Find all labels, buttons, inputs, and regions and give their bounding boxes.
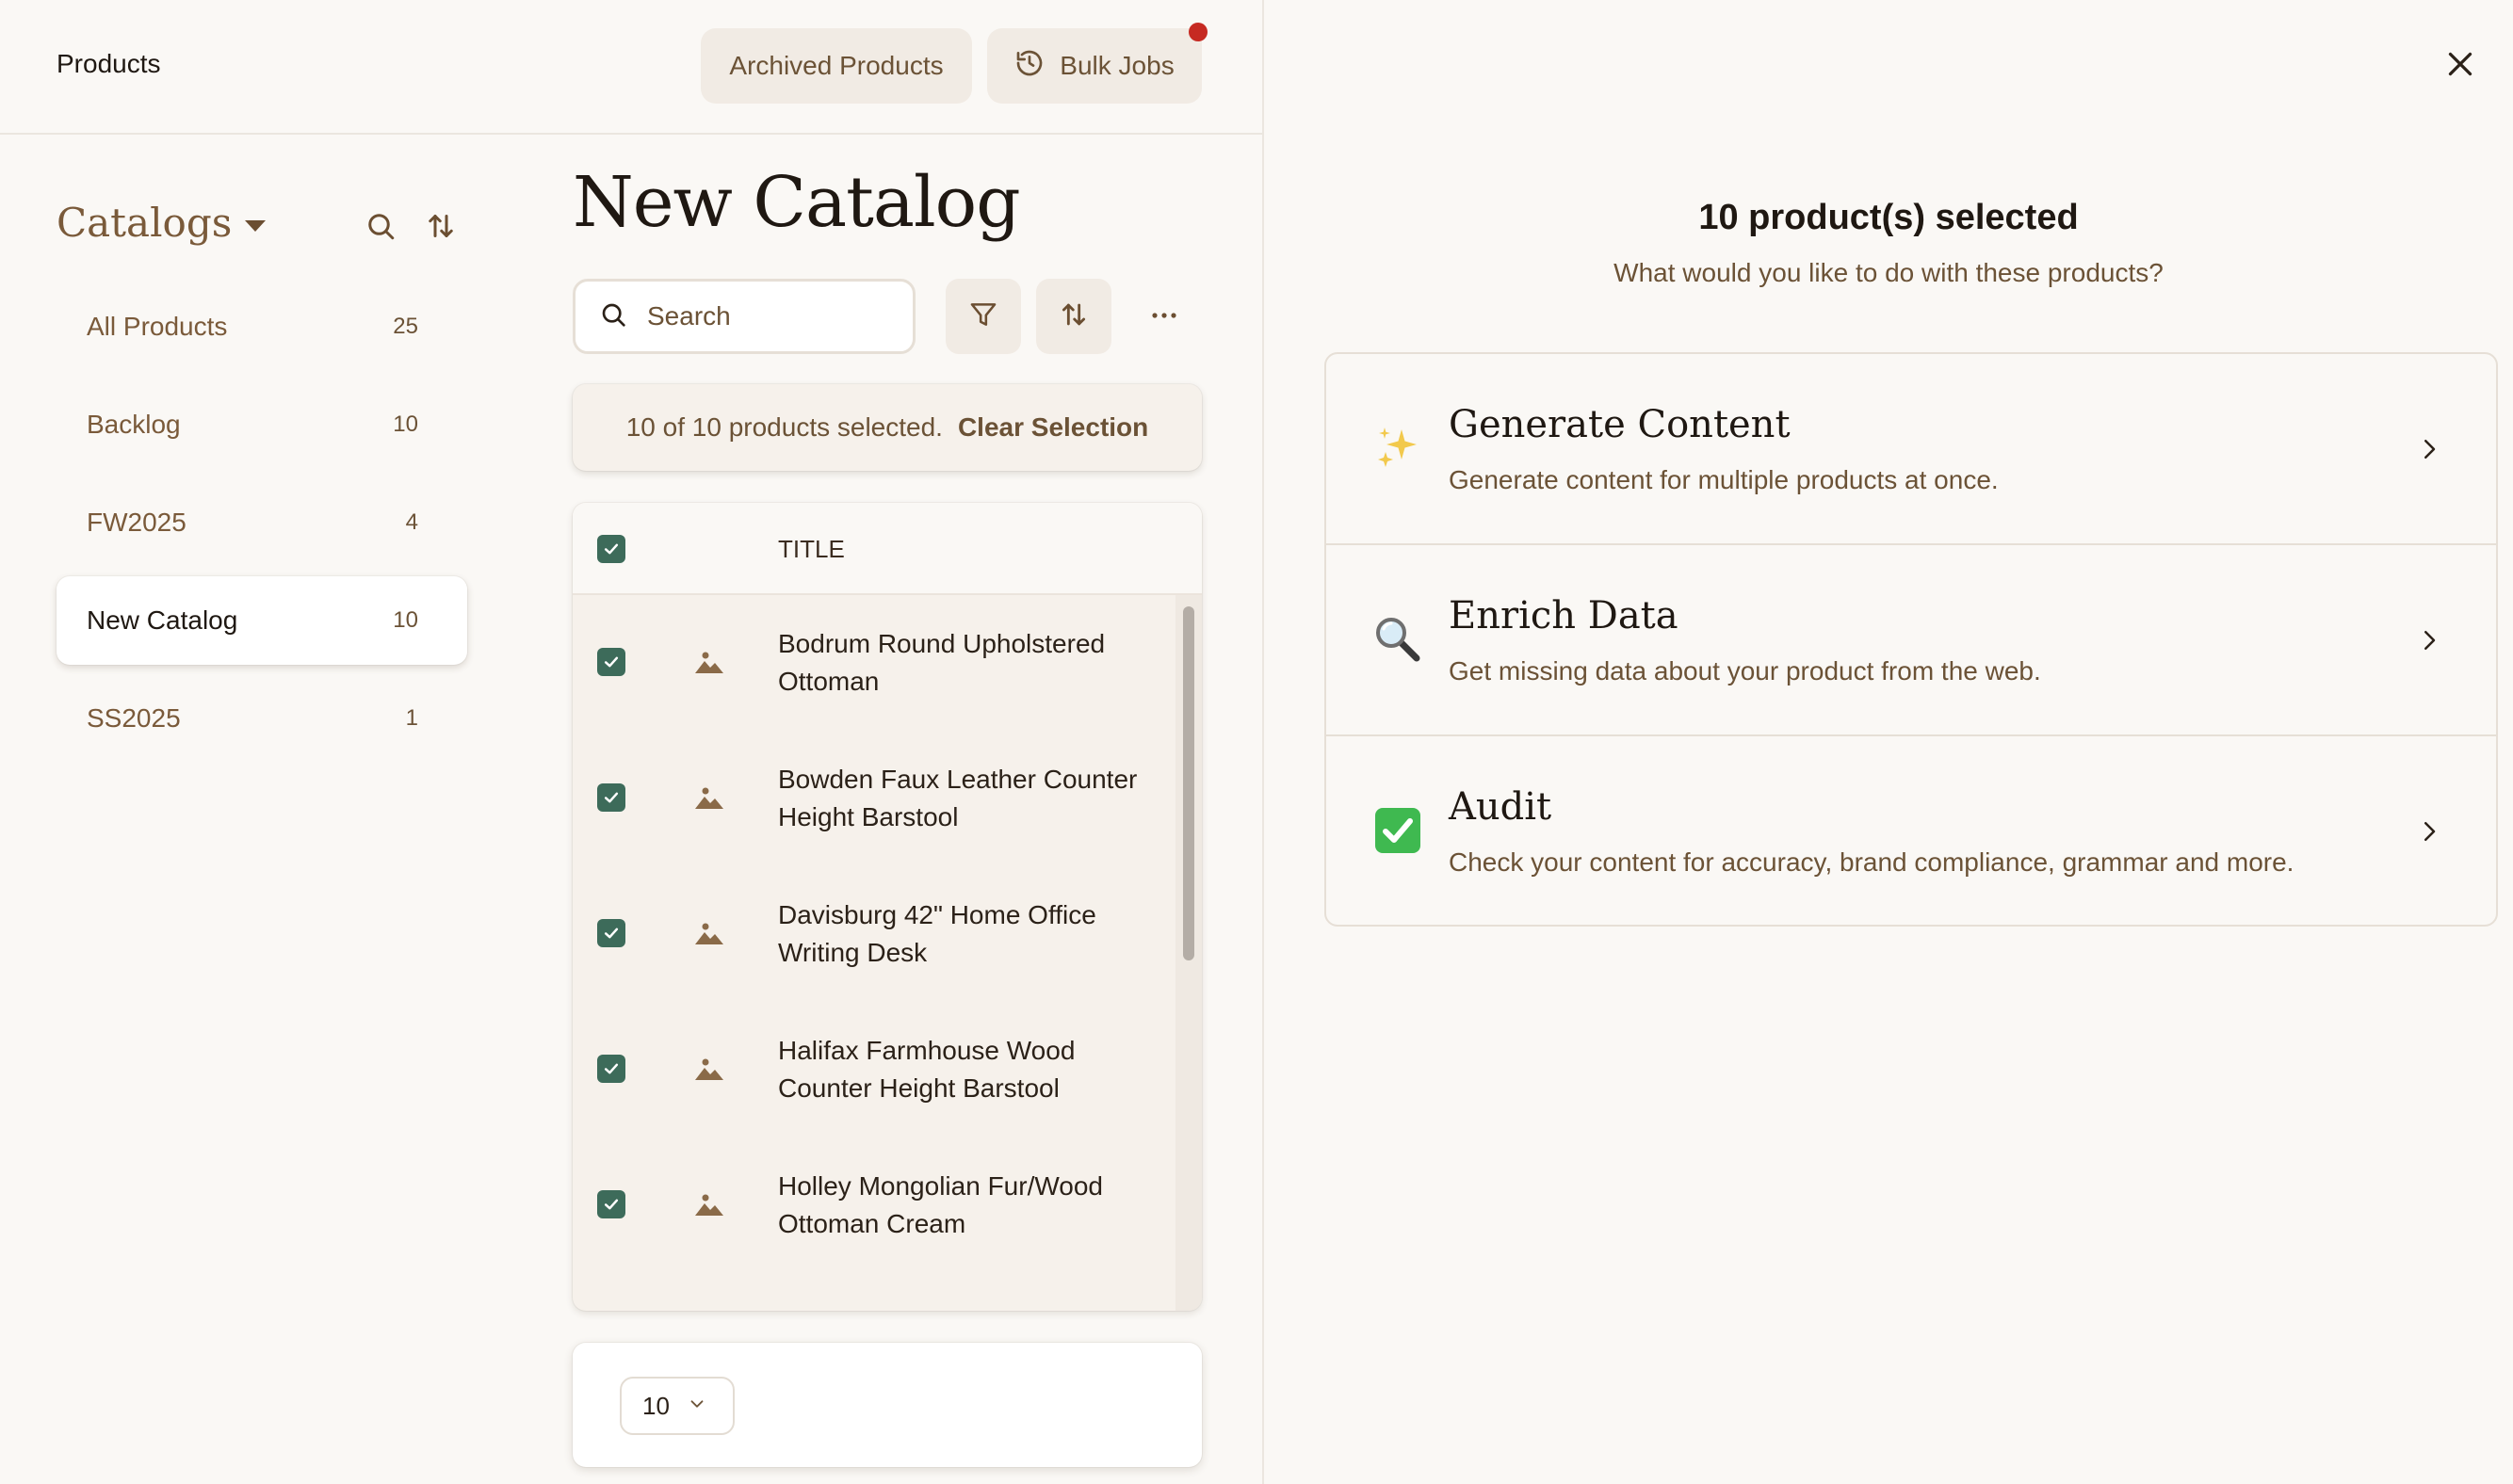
image-placeholder-icon <box>693 919 725 947</box>
product-title: Halifax Farmhouse Wood Counter Height Ba… <box>778 1036 1076 1103</box>
archived-products-button[interactable]: Archived Products <box>701 28 972 104</box>
row-checkbox[interactable] <box>597 648 625 676</box>
sort-button[interactable] <box>1036 279 1111 354</box>
action-title: Audit <box>1449 785 1552 829</box>
action-description: Generate content for multiple products a… <box>1449 465 1999 494</box>
selection-count-text: 10 of 10 products selected. <box>625 412 943 442</box>
row-checkbox[interactable] <box>597 919 625 947</box>
pagination-bar: 10 <box>573 1343 1202 1467</box>
caret-down-icon <box>245 219 267 232</box>
check-mark-icon <box>1373 806 1422 855</box>
close-icon <box>2443 47 2477 86</box>
catalog-item-all-products[interactable]: All Products 25 <box>57 282 467 371</box>
sort-catalogs-icon[interactable] <box>424 209 458 243</box>
table-row[interactable]: Davisburg 42" Home Office Writing Desk <box>573 866 1175 1002</box>
panel-subheading: What would you like to do with these pro… <box>1613 258 2164 287</box>
filter-button[interactable] <box>946 279 1021 354</box>
chevron-right-icon <box>2415 817 2443 846</box>
more-options-button[interactable] <box>1127 279 1202 354</box>
table-header: TITLE <box>573 503 1202 595</box>
action-title: Enrich Data <box>1449 594 1678 637</box>
image-placeholder-icon <box>693 1055 725 1083</box>
catalog-item-count: 1 <box>405 705 418 731</box>
image-placeholder-icon <box>693 648 725 676</box>
page-size-value: 10 <box>642 1391 670 1420</box>
column-header-title[interactable]: TITLE <box>778 535 845 564</box>
search-input[interactable] <box>647 301 892 331</box>
product-title: Bodrum Round Upholstered Ottoman <box>778 629 1106 696</box>
filter-icon <box>967 298 999 335</box>
table-row[interactable]: Bowden Faux Leather Counter Height Barst… <box>573 731 1175 866</box>
table-row[interactable]: Halifax Farmhouse Wood Counter Height Ba… <box>573 1002 1175 1137</box>
bulk-jobs-label: Bulk Jobs <box>1060 51 1175 80</box>
table-scrollbar[interactable] <box>1175 595 1202 1311</box>
catalog-item-count: 10 <box>393 411 418 437</box>
close-panel-button[interactable] <box>2440 45 2481 87</box>
history-icon <box>1014 48 1045 85</box>
page-size-select[interactable]: 10 <box>620 1377 735 1435</box>
catalog-item-ss2025[interactable]: SS2025 1 <box>57 674 467 763</box>
page-title: Products <box>57 49 161 78</box>
catalog-item-label: FW2025 <box>87 508 186 537</box>
more-horizontal-icon <box>1150 308 1178 325</box>
catalog-item-count: 25 <box>393 314 418 339</box>
catalog-item-label: SS2025 <box>87 703 181 733</box>
products-pane: Products Archived Products Bulk Jobs Cat… <box>0 0 1262 1484</box>
row-checkbox[interactable] <box>597 1190 625 1218</box>
image-placeholder-icon <box>693 783 725 812</box>
sort-icon <box>1058 298 1090 335</box>
products-table: TITLE Bodrum Round Upholstered Ottoman B… <box>573 503 1202 1311</box>
bulk-jobs-button[interactable]: Bulk Jobs <box>987 28 1202 104</box>
catalogs-dropdown[interactable]: Catalogs <box>57 200 267 246</box>
scrollbar-thumb[interactable] <box>1183 606 1194 960</box>
clear-selection-link[interactable]: Clear Selection <box>958 412 1148 443</box>
catalog-item-count: 10 <box>393 607 418 633</box>
search-field[interactable] <box>573 279 916 354</box>
catalog-item-new-catalog[interactable]: New Catalog 10 <box>57 576 467 665</box>
magnifier-icon <box>1373 615 1422 664</box>
action-description: Get missing data about your product from… <box>1449 656 2041 686</box>
action-enrich-data[interactable]: Enrich Data Get missing data about your … <box>1326 545 2496 736</box>
chevron-down-icon <box>687 1392 707 1421</box>
catalog-item-backlog[interactable]: Backlog 10 <box>57 380 467 469</box>
action-audit[interactable]: Audit Check your content for accuracy, b… <box>1326 736 2496 925</box>
sparkles-icon <box>1373 424 1422 473</box>
catalog-item-label: All Products <box>87 312 228 341</box>
catalog-item-label: New Catalog <box>87 605 238 635</box>
selection-bar: 10 of 10 products selected. Clear Select… <box>573 384 1202 471</box>
action-title: Generate Content <box>1449 403 1791 446</box>
catalog-title: New Catalog <box>573 162 1021 243</box>
notification-dot <box>1189 23 1208 41</box>
chevron-right-icon <box>2415 435 2443 463</box>
row-checkbox[interactable] <box>597 1055 625 1083</box>
catalog-item-label: Backlog <box>87 410 181 439</box>
top-bar: Products Archived Products Bulk Jobs <box>0 0 1262 135</box>
select-all-checkbox[interactable] <box>597 535 625 563</box>
catalogs-title: Catalogs <box>57 200 233 246</box>
product-title: Holley Mongolian Fur/Wood Ottoman Cream <box>778 1171 1103 1238</box>
table-row[interactable]: Holley Mongolian Fur/Wood Ottoman Cream <box>573 1137 1175 1273</box>
selected-count-heading: 10 product(s) selected <box>1698 198 2079 237</box>
product-title: Bowden Faux Leather Counter Height Barst… <box>778 765 1138 831</box>
catalog-item-fw2025[interactable]: FW2025 4 <box>57 478 467 567</box>
chevron-right-icon <box>2415 626 2443 654</box>
bulk-actions-list: Generate Content Generate content for mu… <box>1324 352 2498 927</box>
action-description: Check your content for accuracy, brand c… <box>1449 847 2294 877</box>
product-title: Davisburg 42" Home Office Writing Desk <box>778 900 1096 967</box>
action-generate-content[interactable]: Generate Content Generate content for mu… <box>1326 354 2496 545</box>
catalog-item-count: 4 <box>405 509 418 535</box>
row-checkbox[interactable] <box>597 783 625 812</box>
search-catalogs-icon[interactable] <box>364 209 397 243</box>
archived-products-label: Archived Products <box>729 51 944 80</box>
image-placeholder-icon <box>693 1190 725 1218</box>
table-row[interactable]: Bodrum Round Upholstered Ottoman <box>573 595 1175 731</box>
search-icon <box>598 299 628 334</box>
